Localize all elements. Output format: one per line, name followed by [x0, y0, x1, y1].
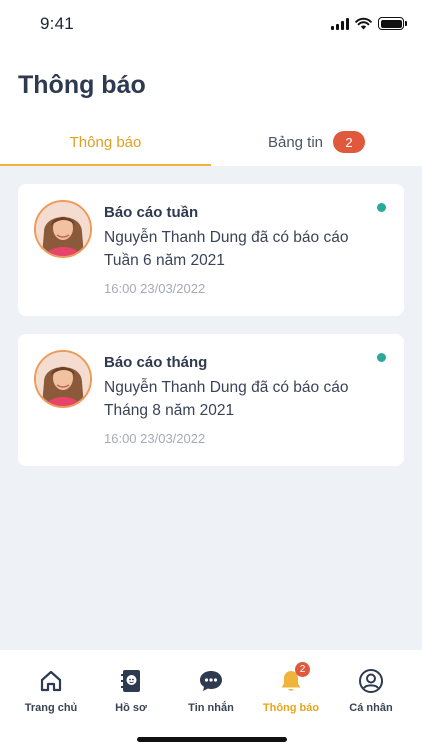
- notification-time: 16:00 23/03/2022: [104, 281, 206, 296]
- notification-body: Nguyễn Thanh Dung đã có báo cáo Tuần 6 n…: [104, 229, 349, 269]
- user-circle-icon: [359, 669, 383, 693]
- notification-time: 16:00 23/03/2022: [104, 431, 206, 446]
- wifi-icon: [355, 17, 372, 30]
- nav-item-profile[interactable]: Hồ sơ: [89, 666, 173, 714]
- notification-count-badge: 2: [295, 662, 310, 677]
- cellular-signal-icon: [331, 17, 349, 30]
- nav-label: Tin nhắn: [188, 702, 234, 714]
- status-time: 9:41: [40, 14, 74, 33]
- page-title: Thông báo: [18, 71, 146, 99]
- unread-count-badge: 2: [333, 131, 366, 153]
- home-indicator: [137, 737, 287, 742]
- tab-news-board[interactable]: Bảng tin 2: [211, 118, 422, 166]
- nav-label: Cá nhân: [349, 702, 393, 714]
- status-icons: [331, 17, 407, 30]
- tab-label: Bảng tin: [267, 133, 324, 151]
- unread-dot: [377, 353, 386, 362]
- notification-card[interactable]: Báo cáo tuần Nguyễn Thanh Dung đã có báo…: [18, 184, 404, 316]
- avatar: [34, 350, 92, 408]
- nav-item-personal[interactable]: Cá nhân: [329, 666, 413, 714]
- profile-book-icon: [121, 670, 140, 692]
- nav-label: Hồ sơ: [115, 702, 147, 714]
- header-area: 9:41 Thông báo Thông báo Bảng tin 2: [0, 0, 422, 166]
- unread-dot: [377, 203, 386, 212]
- notification-title: Báo cáo tháng: [104, 354, 208, 371]
- nav-label: Thông báo: [262, 702, 320, 714]
- nav-label: Trang chủ: [24, 702, 78, 714]
- chat-icon: [200, 671, 222, 691]
- notification-body: Nguyễn Thanh Dung đã có báo cáo Tháng 8 …: [104, 379, 349, 419]
- battery-icon: [378, 17, 407, 30]
- nav-item-home[interactable]: Trang chủ: [9, 666, 93, 714]
- tab-notifications[interactable]: Thông báo: [0, 118, 211, 166]
- avatar: [34, 200, 92, 258]
- nav-item-notifications[interactable]: 2 Thông báo: [249, 662, 333, 714]
- home-icon: [40, 670, 62, 692]
- bottom-nav: Trang chủ Hồ sơ Tin nhắn 2 Thông báo Cá …: [0, 650, 422, 750]
- nav-item-messages[interactable]: Tin nhắn: [169, 666, 253, 714]
- notification-title: Báo cáo tuần: [104, 204, 199, 221]
- tab-bar: Thông báo Bảng tin 2: [0, 118, 422, 166]
- notification-card[interactable]: Báo cáo tháng Nguyễn Thanh Dung đã có bá…: [18, 334, 404, 466]
- tab-label: Thông báo: [69, 133, 142, 151]
